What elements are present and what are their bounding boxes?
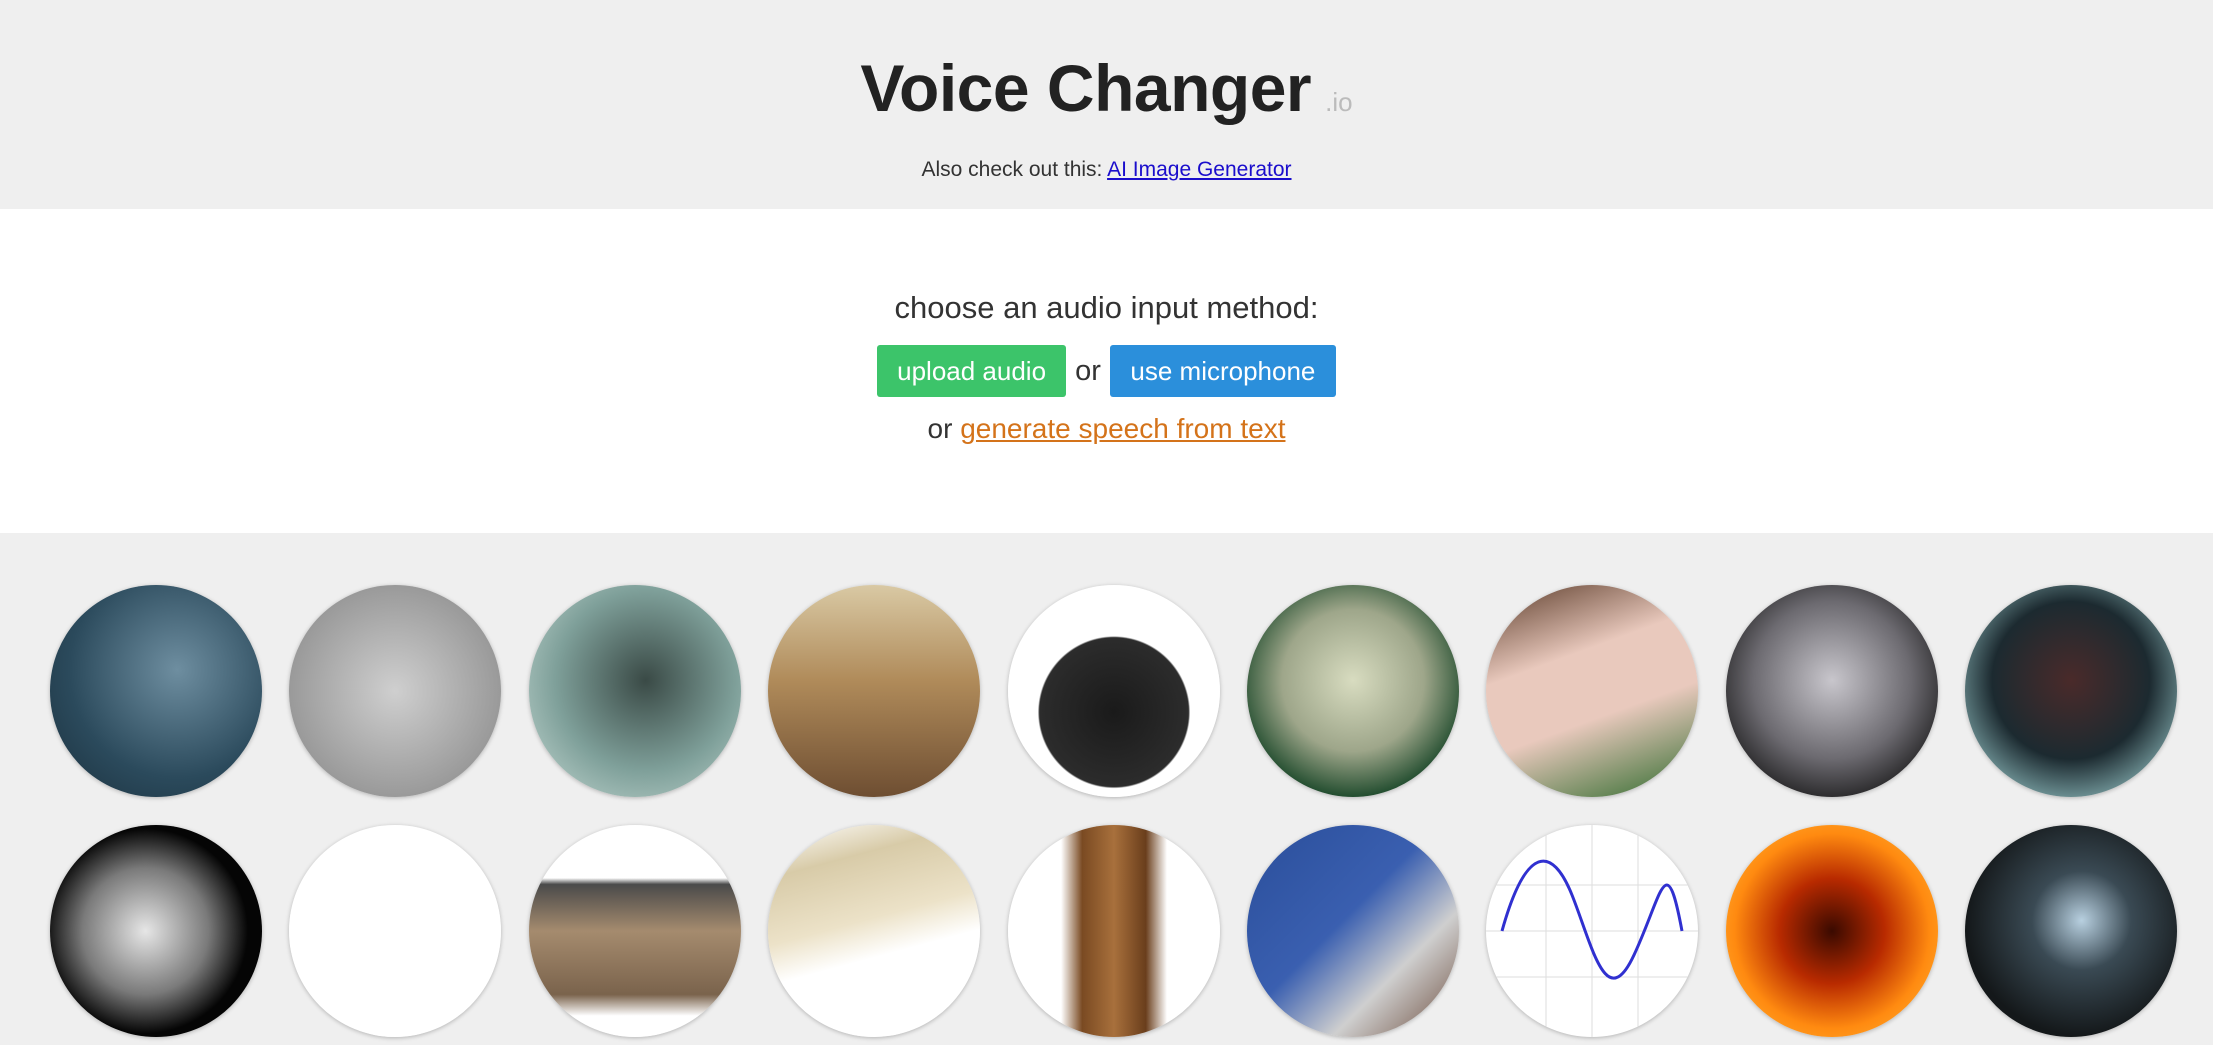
voice-option-reversed-clock[interactable] bbox=[289, 825, 502, 1037]
voice-option-dalek[interactable] bbox=[1007, 825, 1220, 1037]
site-header: Voice Changer .io Also check out this: AI… bbox=[0, 0, 2213, 209]
sine-wave-icon bbox=[1486, 825, 1699, 1037]
voice-option-monster-roar[interactable] bbox=[50, 585, 262, 797]
voice-option-cave[interactable] bbox=[1965, 825, 2178, 1037]
input-buttons: upload audio or use microphone bbox=[0, 345, 2213, 397]
input-method-prompt: choose an audio input method: bbox=[894, 290, 1319, 325]
use-microphone-button[interactable]: use microphone bbox=[1109, 345, 1336, 397]
site-title[interactable]: Voice Changer bbox=[860, 50, 1311, 126]
ai-image-generator-link[interactable]: AI Image Generator bbox=[1107, 158, 1291, 181]
tts-line: or generate speech from text bbox=[0, 413, 2213, 445]
voice-option-grey-alien[interactable] bbox=[1725, 585, 1938, 797]
upload-audio-button[interactable]: upload audio bbox=[877, 345, 1067, 397]
voice-gallery bbox=[0, 533, 2213, 1045]
voice-option-cymbal[interactable] bbox=[768, 825, 981, 1037]
input-method-section: choose an audio input method: upload aud… bbox=[0, 209, 2213, 533]
voice-option-ghost[interactable] bbox=[528, 585, 741, 797]
voice-option-church[interactable] bbox=[768, 585, 981, 797]
voice-option-alien-green[interactable] bbox=[1247, 585, 1459, 797]
site-tld: .io bbox=[1325, 87, 1353, 117]
voice-option-megaphone[interactable] bbox=[289, 585, 502, 797]
generate-speech-link[interactable]: generate speech from text bbox=[960, 413, 1285, 444]
promo-text: Also check out this: bbox=[921, 158, 1108, 181]
voice-option-melting-clock[interactable] bbox=[1486, 585, 1699, 797]
voice-option-fire-demon[interactable] bbox=[1725, 825, 1938, 1037]
tts-prefix: or bbox=[927, 413, 961, 444]
promo-line: Also check out this: AI Image Generator bbox=[0, 158, 2213, 182]
voice-option-robot[interactable] bbox=[1965, 585, 2178, 797]
voice-option-telephone[interactable] bbox=[1007, 585, 1220, 797]
logo[interactable]: Voice Changer .io bbox=[0, 50, 2213, 126]
or-separator: or bbox=[1075, 354, 1101, 387]
voice-option-anonymous[interactable] bbox=[50, 825, 262, 1037]
voice-option-radio[interactable] bbox=[528, 825, 741, 1037]
voice-option-sine-wave[interactable] bbox=[1486, 825, 1699, 1037]
voice-option-synth-pedal[interactable] bbox=[1247, 825, 1459, 1037]
